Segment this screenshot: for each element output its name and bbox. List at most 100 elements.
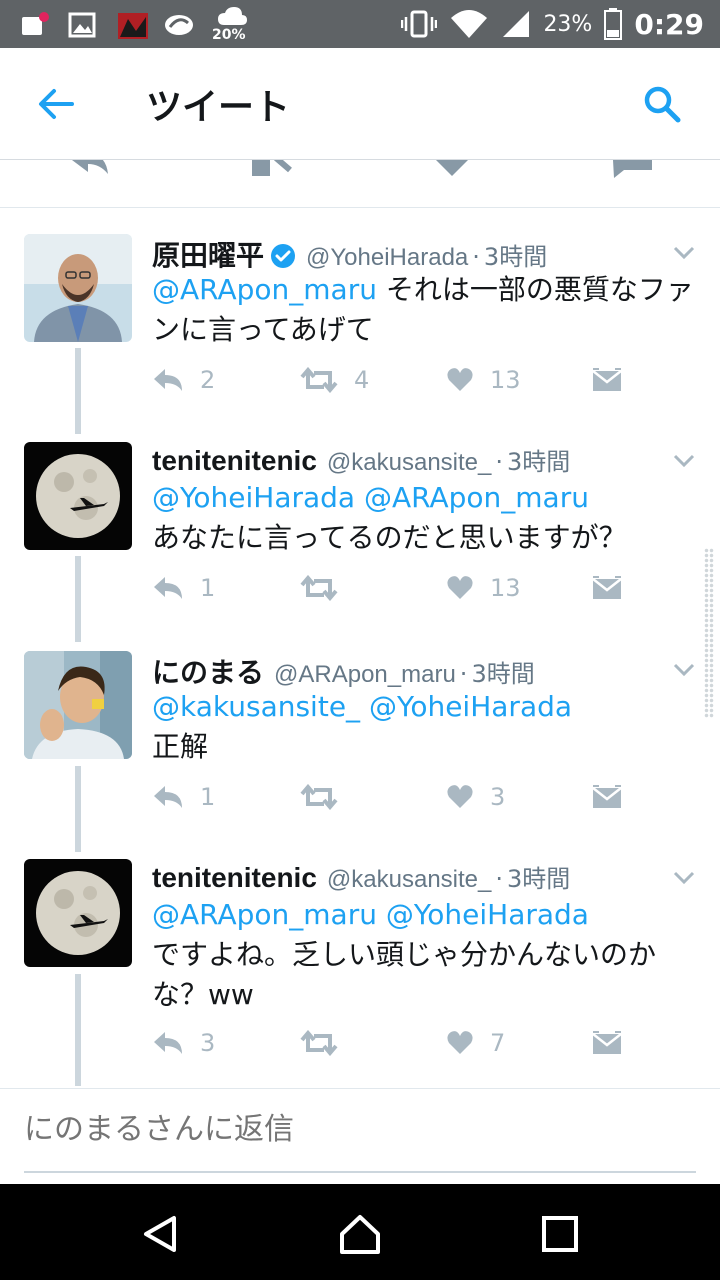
dm-button[interactable] [592,777,622,817]
retweet-icon [300,367,338,393]
dm-button[interactable] [592,568,622,608]
timestamp: 3時間 [483,243,548,271]
timestamp: 3時間 [507,448,571,476]
avatar[interactable] [24,234,132,342]
envelope-icon [592,1031,622,1054]
reply-count: 3 [200,1029,216,1057]
reply-button[interactable]: 1 [152,568,215,608]
avatar[interactable] [24,651,132,759]
handle[interactable]: @YoheiHarada [306,244,468,272]
avatar[interactable] [24,442,132,550]
retweet-icon[interactable] [250,160,294,180]
tweet-actions: 3 7 [152,1023,622,1063]
arrow-left-icon [39,89,74,119]
tweet-header: にのまる @ARApon_maru · 3時間 [152,651,660,689]
tweet[interactable]: tenitenitenic @kakusansite_ · 3時間 @ARApo… [0,859,720,1079]
like-button[interactable]: 13 [446,568,521,608]
reply-count: 2 [200,366,216,394]
message-icon[interactable] [610,160,654,180]
handle[interactable]: @kakusansite_ [327,449,491,477]
reply-composer [0,1088,720,1184]
back-button[interactable] [34,82,78,126]
like-count: 3 [490,783,506,811]
tweet[interactable]: 原田曜平 @YoheiHarada · 3時間 @ARApon_maru それは… [0,234,720,414]
dm-button[interactable] [592,1023,622,1063]
dm-button[interactable] [592,360,622,400]
mention-link[interactable]: @ARApon_maru @YoheiHarada [152,898,589,931]
tweet[interactable]: tenitenitenic @kakusansite_ · 3時間 @Yohei… [0,442,720,622]
reply-icon [154,369,182,391]
previous-tweet-actions [0,160,720,208]
page-title: ツイート [146,87,291,128]
like-button[interactable]: 3 [446,777,505,817]
chevron-down-icon[interactable] [672,450,696,470]
handle[interactable]: @kakusansite_ [327,866,491,894]
nav-recents-button[interactable] [538,1212,582,1256]
tweet-text: @kakusansite_ @YoheiHarada 正解 [152,687,700,767]
chevron-down-icon[interactable] [672,242,696,262]
display-name[interactable]: tenitenitenic [152,445,317,477]
separator: · [472,243,480,271]
reply-button[interactable]: 1 [152,777,215,817]
handle[interactable]: @ARApon_maru [274,661,456,689]
retweet-icon [300,575,338,601]
tweet-header: 原田曜平 @YoheiHarada · 3時間 [152,234,660,272]
display-name[interactable]: tenitenitenic [152,862,317,894]
scrollbar[interactable] [704,548,714,718]
tweet-header: tenitenitenic @kakusansite_ · 3時間 [152,859,660,895]
image-icon [68,11,98,39]
retweet-button[interactable] [300,777,354,817]
status-bar-right: 23% 0:29 [401,6,704,42]
retweet-button[interactable] [300,1023,354,1063]
envelope-icon [592,368,622,391]
retweet-button[interactable]: 4 [300,360,369,400]
tweet-actions: 2 4 13 [152,360,622,400]
nav-home-button[interactable] [338,1212,382,1256]
app-icon-2 [164,11,194,39]
tweet[interactable]: にのまる @ARApon_maru · 3時間 @kakusansite_ @Y… [0,651,720,831]
reply-button[interactable]: 2 [152,360,215,400]
chevron-down-icon[interactable] [672,659,696,679]
display-name[interactable]: にのまる [152,651,264,691]
mention-link[interactable]: @YoheiHarada @ARApon_maru [152,481,589,514]
like-count: 13 [490,366,521,394]
home-icon [340,1215,380,1254]
tweet-text: @ARApon_maru @YoheiHarada ですよね。乏しい頭じゃ分かんな… [152,895,700,1015]
separator: · [495,448,504,476]
tweet-body: あなたに言ってるのだと思いますが？ [152,521,627,554]
like-icon[interactable] [430,160,474,180]
app-icon [116,11,148,39]
envelope-icon [592,576,622,599]
reply-button[interactable]: 3 [152,1023,215,1063]
retweet-button[interactable] [300,568,354,608]
tweet-header: tenitenitenic @kakusansite_ · 3時間 [152,442,660,478]
separator: · [459,660,468,688]
envelope-icon [592,785,622,808]
weather-icon: 20% [212,5,252,45]
display-name[interactable]: 原田曜平 [152,234,264,274]
reply-icon [154,1032,182,1054]
recents-square-icon [542,1216,578,1252]
retweet-icon [300,1030,338,1056]
reply-icon[interactable] [68,160,112,180]
clock: 0:29 [634,7,704,41]
vibrate-icon [401,10,438,38]
like-button[interactable]: 13 [446,360,521,400]
heart-icon [447,785,473,808]
status-bar: 20% 23% 0:29 [0,0,720,48]
heart-icon [447,1031,473,1054]
heart-icon [447,576,473,599]
search-icon [644,86,681,123]
like-button[interactable]: 7 [446,1023,505,1063]
system-nav-bar [0,1184,720,1280]
avatar[interactable] [24,859,132,967]
reply-input[interactable] [24,1089,696,1173]
verified-badge-icon [270,243,296,269]
chevron-down-icon[interactable] [672,867,696,887]
mention-link[interactable]: @ARApon_maru [152,273,377,306]
mention-link[interactable]: @kakusansite_ @YoheiHarada [152,690,572,723]
battery-icon [604,8,623,40]
search-button[interactable] [640,82,684,126]
nav-back-button[interactable] [138,1212,182,1256]
app-bar: ツイート [0,48,720,160]
